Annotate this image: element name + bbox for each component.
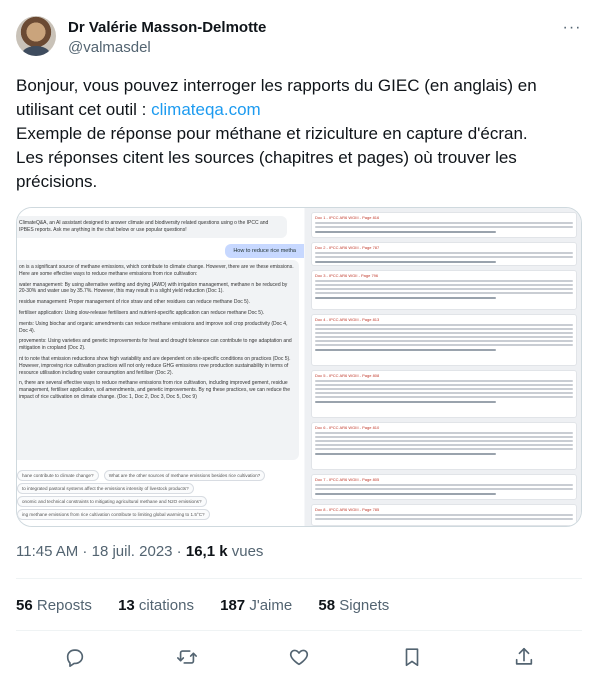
suggestion-row: to integrated pastoral systems affect th… bbox=[17, 483, 198, 494]
suggested-question: onomic and technical constraints to miti… bbox=[17, 496, 207, 507]
tweet-line-4: Les réponses citent les sources (chapitr… bbox=[16, 148, 517, 167]
source-doc-title: Doc 3 - IPCC AR6 WGII - Page 796 bbox=[315, 273, 379, 278]
author-block: Dr Valérie Masson-Delmotte @valmasdel bbox=[68, 18, 266, 57]
suggested-question: to integrated pastoral systems affect th… bbox=[17, 483, 194, 494]
reply-icon[interactable] bbox=[62, 644, 88, 670]
author-name[interactable]: Dr Valérie Masson-Delmotte bbox=[68, 18, 266, 37]
more-options-icon[interactable]: ··· bbox=[562, 20, 582, 40]
answer-paragraph: residue management: Proper management of… bbox=[19, 299, 250, 306]
source-doc-title: Doc 1 - IPCC AR6 WGIII - Page 816 bbox=[315, 215, 380, 220]
tweet-line-1: Bonjour, vous pouvez interroger les rapp… bbox=[16, 76, 537, 95]
tweet-text: Bonjour, vous pouvez interroger les rapp… bbox=[16, 74, 582, 194]
divider bbox=[16, 578, 582, 579]
likes-stat[interactable]: 187 J'aime bbox=[220, 597, 292, 614]
answer-paragraph: provements: Using varieties and genetic … bbox=[19, 338, 292, 352]
reposts-count: 56 bbox=[16, 597, 33, 614]
answer-paragraph: on is a significant source of methane em… bbox=[19, 264, 294, 277]
sources-panel: Doc 1 - IPCC AR6 WGIII - Page 816 Doc 2 … bbox=[305, 208, 581, 526]
quotes-count: 13 bbox=[118, 597, 135, 614]
source-doc-title: Doc 5 - IPCC AR6 WGIII - Page 808 bbox=[315, 373, 380, 378]
suggestion-row: onomic and technical constraints to miti… bbox=[17, 496, 211, 507]
quotes-stat[interactable]: 13 citations bbox=[118, 597, 194, 614]
bookmarks-count: 58 bbox=[318, 597, 336, 614]
source-doc: Doc 2 - IPCC AR6 WGIII - Page 787 bbox=[311, 242, 577, 266]
source-doc: Doc 6 - IPCC AR6 WGIII - Page 810 bbox=[311, 422, 577, 470]
author-handle[interactable]: @valmasdel bbox=[68, 38, 266, 57]
answer-paragraph: n, there are several effective ways to r… bbox=[19, 380, 290, 400]
climateqa-link[interactable]: climateqa.com bbox=[151, 100, 261, 119]
tweet-line-2: utilisant cet outil : climateqa.com bbox=[16, 98, 582, 122]
bookmarks-label: Signets bbox=[335, 597, 390, 614]
source-doc: Doc 3 - IPCC AR6 WGII - Page 796 bbox=[311, 270, 577, 310]
likes-count: 187 bbox=[220, 597, 246, 614]
answer-paragraph: ments: Using biochar and organic amendme… bbox=[19, 320, 288, 334]
source-doc: Doc 4 - IPCC AR6 WGIII - Page 813 bbox=[311, 314, 577, 366]
suggested-question: hane contribute to climate change? bbox=[17, 470, 99, 481]
tweet-header: Dr Valérie Masson-Delmotte @valmasdel ··… bbox=[16, 14, 582, 58]
source-doc: Doc 7 - IPCC AR6 WGIII - Page 805 bbox=[311, 474, 577, 500]
tweet-line-3: Exemple de réponse pour méthane et rizic… bbox=[16, 124, 528, 143]
like-icon[interactable] bbox=[286, 644, 312, 670]
tweet-line-5: précisions. bbox=[16, 172, 98, 191]
answer-paragraph: fertiliser application: Using slow-relea… bbox=[19, 309, 265, 316]
source-doc: Doc 5 - IPCC AR6 WGIII - Page 808 bbox=[311, 370, 577, 418]
meta-separator: · bbox=[172, 543, 186, 560]
suggestion-row: hane contribute to climate change? What … bbox=[17, 470, 269, 481]
meta-separator: · bbox=[78, 543, 92, 560]
views-count: 16,1 k bbox=[185, 543, 228, 560]
divider bbox=[16, 630, 582, 631]
suggested-question: What are the other sources of methane em… bbox=[103, 470, 266, 481]
source-doc-title: Doc 8 - IPCC AR6 WGIII - Page 785 bbox=[315, 507, 380, 512]
share-icon[interactable] bbox=[511, 644, 537, 670]
avatar[interactable] bbox=[16, 16, 56, 56]
answer-paragraph: water management: By using alternative w… bbox=[19, 281, 288, 295]
tweet-meta: 11:45 AM · 18 juil. 2023 · 16,1 k vues bbox=[16, 543, 263, 560]
source-doc: Doc 8 - IPCC AR6 WGIII - Page 785 bbox=[311, 504, 577, 526]
answer-paragraph: nt to note that emission reductions show… bbox=[19, 355, 291, 376]
repost-icon[interactable] bbox=[174, 644, 200, 670]
tweet-date[interactable]: 18 juil. 2023 bbox=[92, 543, 173, 560]
source-doc-title: Doc 6 - IPCC AR6 WGIII - Page 810 bbox=[315, 425, 380, 430]
engagement-stats: 56 Reposts 13 citations 187 J'aime 58 Si… bbox=[16, 597, 411, 614]
reposts-stat[interactable]: 56 Reposts bbox=[16, 597, 92, 614]
assistant-answer: on is a significant source of methane em… bbox=[17, 260, 299, 460]
likes-label: J'aime bbox=[245, 597, 293, 614]
views-label: vues bbox=[227, 543, 264, 560]
source-doc-title: Doc 2 - IPCC AR6 WGIII - Page 787 bbox=[315, 245, 380, 250]
source-doc: Doc 1 - IPCC AR6 WGIII - Page 816 bbox=[311, 212, 577, 238]
attached-screenshot[interactable]: ClimateQ&A, an AI assistant designed to … bbox=[16, 207, 582, 527]
source-doc-title: Doc 7 - IPCC AR6 WGIII - Page 805 bbox=[315, 477, 380, 482]
suggested-question: ing methane emissions from rice cultivat… bbox=[17, 509, 210, 520]
chat-intro-message: ClimateQ&A, an AI assistant designed to … bbox=[17, 216, 287, 238]
quotes-label: citations bbox=[134, 597, 194, 614]
user-query-bubble: How to reduce rice metha bbox=[225, 244, 304, 258]
bookmarks-stat[interactable]: 58 Signets bbox=[318, 597, 389, 614]
chat-panel: ClimateQ&A, an AI assistant designed to … bbox=[17, 208, 304, 526]
bookmark-icon[interactable] bbox=[399, 644, 425, 670]
tweet-line-2-prefix: utilisant cet outil : bbox=[16, 100, 152, 119]
source-doc-title: Doc 4 - IPCC AR6 WGIII - Page 813 bbox=[315, 317, 380, 322]
suggestion-row: ing methane emissions from rice cultivat… bbox=[17, 509, 214, 520]
action-bar bbox=[16, 640, 582, 674]
reposts-label: Reposts bbox=[32, 597, 92, 614]
tweet-time[interactable]: 11:45 AM bbox=[16, 543, 78, 560]
